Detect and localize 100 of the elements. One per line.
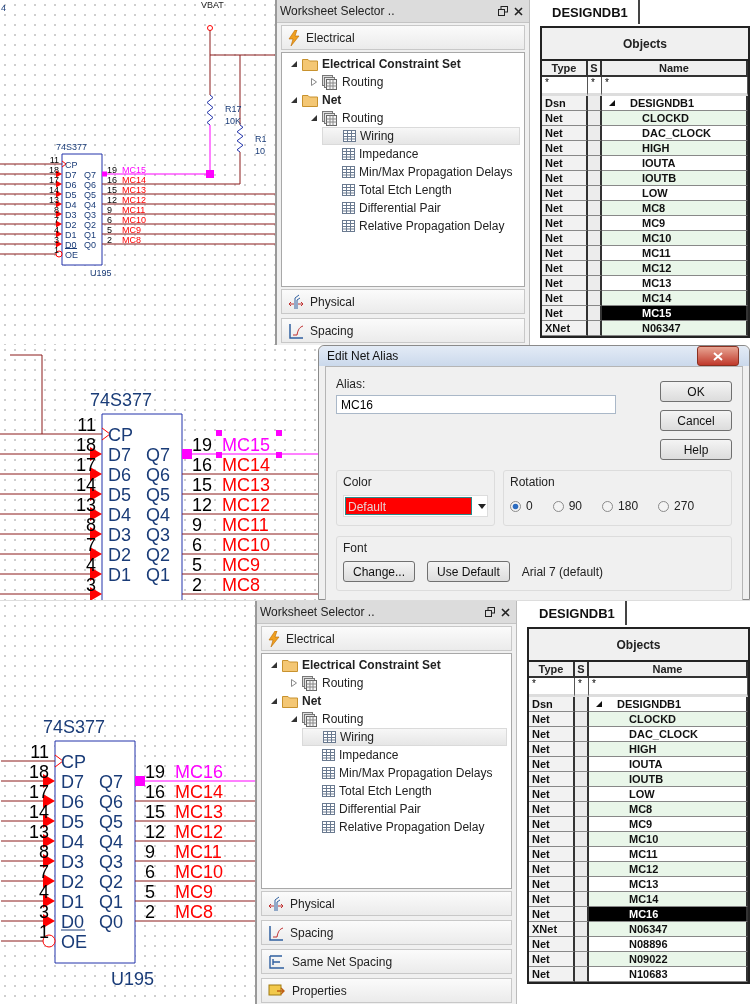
net-label[interactable]: MC11 xyxy=(122,204,146,215)
collapse-arrow-icon[interactable] xyxy=(310,114,318,122)
section-button[interactable]: Physical xyxy=(281,289,525,314)
restore-icon[interactable] xyxy=(498,6,508,16)
alias-field[interactable]: MC16 xyxy=(336,395,616,414)
filter-cell[interactable]: * xyxy=(602,77,748,96)
part-body[interactable] xyxy=(101,413,183,600)
selection-handles[interactable] xyxy=(216,430,282,458)
net-label[interactable]: MC12 xyxy=(222,495,270,515)
dialog-button[interactable]: Change... xyxy=(343,561,416,582)
table-cell[interactable]: MC9 xyxy=(589,817,748,832)
tree-item[interactable]: Routing xyxy=(302,109,520,127)
net-label[interactable]: MC8 xyxy=(222,575,260,595)
expand-arrow-icon[interactable] xyxy=(310,78,318,86)
tree-item[interactable]: Wiring xyxy=(322,127,520,145)
restore-icon[interactable] xyxy=(485,607,495,617)
table-cell[interactable]: MC13 xyxy=(602,276,748,291)
column-header[interactable]: Type xyxy=(542,61,588,77)
net-label[interactable]: MC8 xyxy=(175,902,213,922)
table-cell[interactable]: MC13 xyxy=(589,877,748,892)
tree-item[interactable]: Routing xyxy=(282,710,507,728)
collapse-arrow-icon[interactable] xyxy=(270,697,278,705)
column-header[interactable]: S xyxy=(588,61,602,77)
table-cell[interactable]: N10683 xyxy=(589,967,748,982)
filter-cell[interactable]: * xyxy=(589,678,748,697)
table-cell[interactable]: N08896 xyxy=(589,937,748,952)
table-cell[interactable]: MC16 xyxy=(589,907,748,922)
table-cell[interactable]: N06347 xyxy=(602,321,748,336)
table-cell[interactable]: DAC_CLOCK xyxy=(589,727,748,742)
dialog-button[interactable]: Use Default xyxy=(427,561,510,582)
section-button[interactable]: Same Net Spacing xyxy=(261,949,512,974)
section-button[interactable]: Spacing xyxy=(281,318,525,343)
table-cell[interactable]: CLOCKD xyxy=(602,111,748,126)
rotation-radio[interactable]: 270 xyxy=(658,499,695,513)
table-cell[interactable]: MC12 xyxy=(589,862,748,877)
table-cell[interactable]: DESIGNDB1 xyxy=(602,96,748,111)
tree-item[interactable]: Relative Propagation Delay xyxy=(302,818,507,836)
part-body[interactable] xyxy=(61,153,103,266)
tree-item[interactable]: Impedance xyxy=(322,145,520,163)
collapse-arrow-icon[interactable] xyxy=(290,96,298,104)
tree-item[interactable]: Differential Pair xyxy=(322,199,520,217)
selection-marker[interactable] xyxy=(182,449,192,459)
table-cell[interactable]: DAC_CLOCK xyxy=(602,126,748,141)
table-cell[interactable]: HIGH xyxy=(602,141,748,156)
resistor-symbol[interactable] xyxy=(206,94,214,126)
tree-item[interactable]: Net xyxy=(282,91,520,109)
tree-item[interactable]: Wiring xyxy=(302,728,507,746)
selection-marker[interactable] xyxy=(206,170,214,178)
net-label[interactable]: MC12 xyxy=(175,822,223,842)
tree-item[interactable]: Electrical Constraint Set xyxy=(262,656,507,674)
net-label[interactable]: MC8 xyxy=(122,234,141,245)
tree-item[interactable]: Routing xyxy=(302,73,520,91)
table-cell[interactable]: MC9 xyxy=(602,216,748,231)
net-label[interactable]: MC9 xyxy=(222,555,260,575)
table-cell[interactable]: MC12 xyxy=(602,261,748,276)
table-cell[interactable]: IOUTB xyxy=(602,171,748,186)
table-cell[interactable]: IOUTB xyxy=(589,772,748,787)
collapse-arrow-icon[interactable] xyxy=(270,661,278,669)
net-label[interactable]: MC10 xyxy=(122,214,146,225)
net-label[interactable]: MC14 xyxy=(175,782,223,802)
net-label[interactable]: MC9 xyxy=(122,224,141,235)
tree-item[interactable]: Min/Max Propagation Delays xyxy=(302,764,507,782)
net-label[interactable]: MC13 xyxy=(175,802,223,822)
table-cell[interactable]: MC8 xyxy=(589,802,748,817)
filter-cell[interactable]: * xyxy=(575,678,589,697)
net-label[interactable]: MC9 xyxy=(175,882,213,902)
selection-marker[interactable] xyxy=(135,776,145,786)
net-label[interactable]: MC10 xyxy=(222,535,270,555)
expand-arrow-icon[interactable] xyxy=(290,679,298,687)
tree-item[interactable]: Routing xyxy=(282,674,507,692)
table-cell[interactable]: MC10 xyxy=(602,231,748,246)
table-cell[interactable]: N06347 xyxy=(589,922,748,937)
section-button[interactable]: Electrical xyxy=(281,25,525,50)
collapse-arrow-icon[interactable] xyxy=(290,715,298,723)
dialog-button[interactable]: OK xyxy=(660,381,732,402)
filter-cell[interactable]: * xyxy=(542,77,588,96)
net-label[interactable]: MC11 xyxy=(175,842,222,862)
tree-item[interactable]: Relative Propagation Delay xyxy=(322,217,520,235)
part-body[interactable] xyxy=(54,740,136,964)
table-cell[interactable]: MC8 xyxy=(602,201,748,216)
tree-item[interactable]: Net xyxy=(262,692,507,710)
column-header[interactable]: Type xyxy=(529,662,575,678)
tree-item[interactable]: Min/Max Propagation Delays xyxy=(322,163,520,181)
close-button[interactable] xyxy=(697,346,739,366)
net-label[interactable]: MC11 xyxy=(222,515,269,535)
table-cell[interactable]: MC10 xyxy=(589,832,748,847)
section-button[interactable]: Electrical xyxy=(261,626,512,651)
filter-cell[interactable]: * xyxy=(529,678,575,697)
collapse-arrow-icon[interactable] xyxy=(290,60,298,68)
table-cell[interactable]: LOW xyxy=(602,186,748,201)
net-label[interactable]: MC14 xyxy=(122,174,146,185)
table-cell[interactable]: MC11 xyxy=(589,847,748,862)
tree-item[interactable]: Impedance xyxy=(302,746,507,764)
table-cell[interactable]: MC14 xyxy=(589,892,748,907)
rotation-radio[interactable]: 90 xyxy=(552,499,583,513)
net-label[interactable]: MC12 xyxy=(122,194,146,205)
collapse-arrow-icon[interactable] xyxy=(595,700,603,708)
net-label[interactable]: MC14 xyxy=(222,455,270,475)
column-header[interactable]: Name xyxy=(602,61,748,77)
table-cell[interactable]: DESIGNDB1 xyxy=(589,697,748,712)
